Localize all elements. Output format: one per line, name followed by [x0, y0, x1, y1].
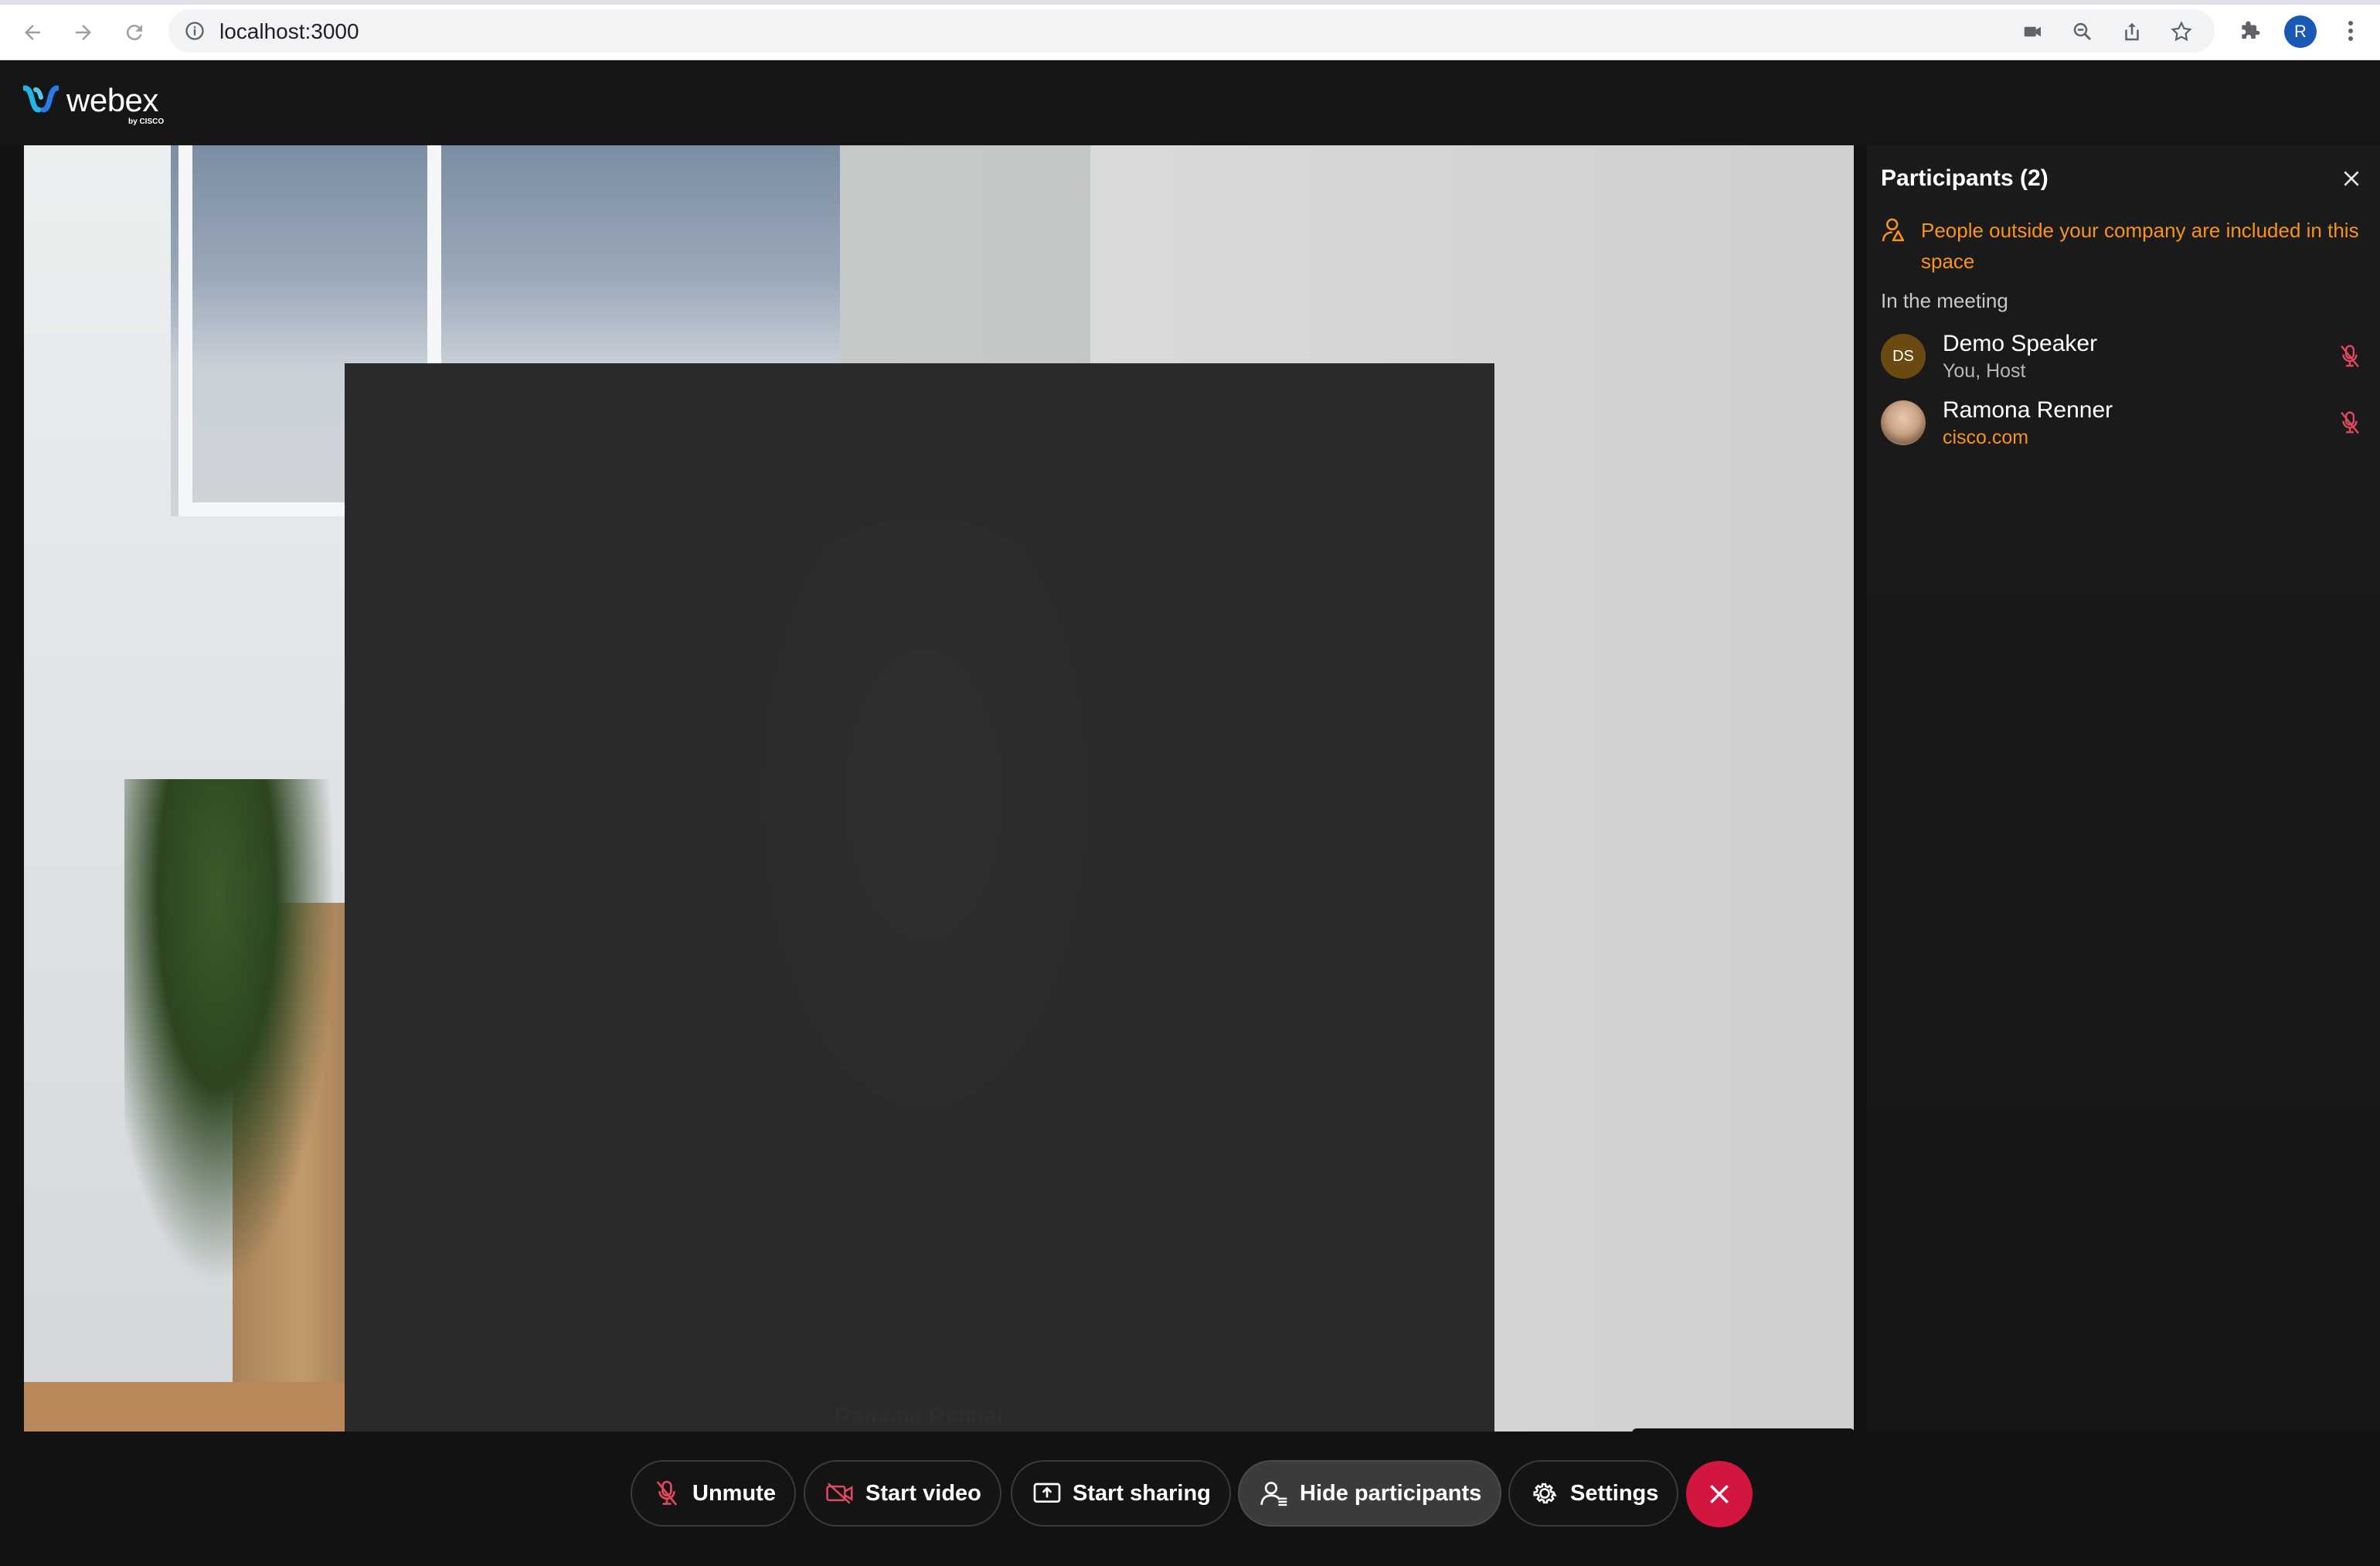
reload-button[interactable]: [117, 15, 151, 49]
participant-role: You, Host: [1943, 360, 2026, 382]
settings-label: Settings: [1570, 1480, 1659, 1506]
address-bar[interactable]: localhost:3000: [168, 9, 2215, 53]
zoom-icon[interactable]: [2071, 20, 2094, 43]
mic-muted-icon: [2341, 345, 2359, 368]
start-sharing-button[interactable]: Start sharing: [1011, 1460, 1231, 1527]
start-video-button[interactable]: Start video: [804, 1460, 1001, 1527]
remote-participant-tile: Ramona Renner: [345, 363, 1494, 1432]
profile-avatar[interactable]: R: [2284, 15, 2317, 48]
close-icon: [1710, 1485, 1729, 1503]
start-video-label: Start video: [865, 1480, 981, 1506]
hide-participants-label: Hide participants: [1300, 1480, 1482, 1506]
unmute-label: Unmute: [692, 1480, 776, 1506]
in-meeting-label: In the meeting: [1881, 289, 2008, 312]
hide-participants-button[interactable]: Hide participants: [1238, 1460, 1502, 1527]
camera-icon[interactable]: [2021, 20, 2045, 43]
participant-name: Demo Speaker: [1943, 331, 2098, 356]
webex-logo: webex by CISCO: [23, 82, 164, 126]
video-stage: Ramona Renner DS: [24, 145, 1854, 1432]
star-icon[interactable]: [2170, 20, 2193, 43]
mic-muted-icon: [2341, 411, 2359, 434]
video-background-floor: [24, 1382, 379, 1432]
remote-participant-name: Ramona Renner: [834, 1404, 1005, 1429]
participants-title: Participants (2): [1881, 165, 2048, 191]
external-user-warning-icon: [1882, 218, 1905, 242]
participants-panel: Participants (2) People outside your com…: [1867, 145, 2380, 1432]
participants-icon: [1260, 1479, 1289, 1508]
mic-muted-icon: [652, 1479, 682, 1508]
extensions-button[interactable]: [2235, 15, 2266, 46]
tab-strip: [0, 0, 2380, 5]
gear-icon: [1530, 1479, 1559, 1508]
external-user-warning: People outside your company are included…: [1921, 219, 2359, 273]
browser-menu-button[interactable]: [2341, 15, 2360, 46]
kebab-icon: [2348, 21, 2353, 41]
forward-button[interactable]: [66, 15, 100, 49]
participant-name: Ramona Renner: [1943, 397, 2113, 423]
participant-row[interactable]: Ramona Renner cisco.com: [1881, 397, 2368, 453]
leave-meeting-button[interactable]: [1686, 1461, 1753, 1527]
reload-icon: [126, 25, 142, 41]
arrow-left-icon: [25, 25, 40, 40]
avatar: DS: [1881, 334, 1926, 379]
logo-byline: by CISCO: [128, 117, 165, 126]
video-off-icon: [825, 1479, 855, 1508]
avatar: [1881, 400, 1926, 445]
remote-participant-ghost: [708, 518, 1141, 1214]
webex-logo-icon: [23, 85, 59, 113]
info-icon[interactable]: [184, 20, 206, 42]
url-text: localhost:3000: [219, 19, 359, 43]
back-button[interactable]: [15, 15, 49, 49]
settings-button[interactable]: Settings: [1508, 1460, 1679, 1527]
video-background-plant: [124, 779, 356, 1351]
unmute-button[interactable]: Unmute: [631, 1460, 796, 1527]
participant-row[interactable]: DS Demo Speaker You, Host: [1881, 331, 2368, 386]
close-icon[interactable]: [2341, 169, 2361, 189]
logo-wordmark: webex: [66, 82, 158, 118]
participant-org: cisco.com: [1943, 427, 2029, 448]
share-screen-icon: [1032, 1479, 1062, 1508]
puzzle-icon: [2242, 21, 2260, 39]
app-header: webex by CISCO: [0, 60, 2380, 145]
arrow-right-icon: [76, 25, 91, 40]
browser-toolbar: localhost:3000 R: [0, 0, 2380, 60]
share-icon[interactable]: [2120, 20, 2144, 43]
start-sharing-label: Start sharing: [1073, 1480, 1211, 1506]
meeting-controls: Unmute Start video Start sharing Hide pa…: [0, 1432, 2380, 1566]
